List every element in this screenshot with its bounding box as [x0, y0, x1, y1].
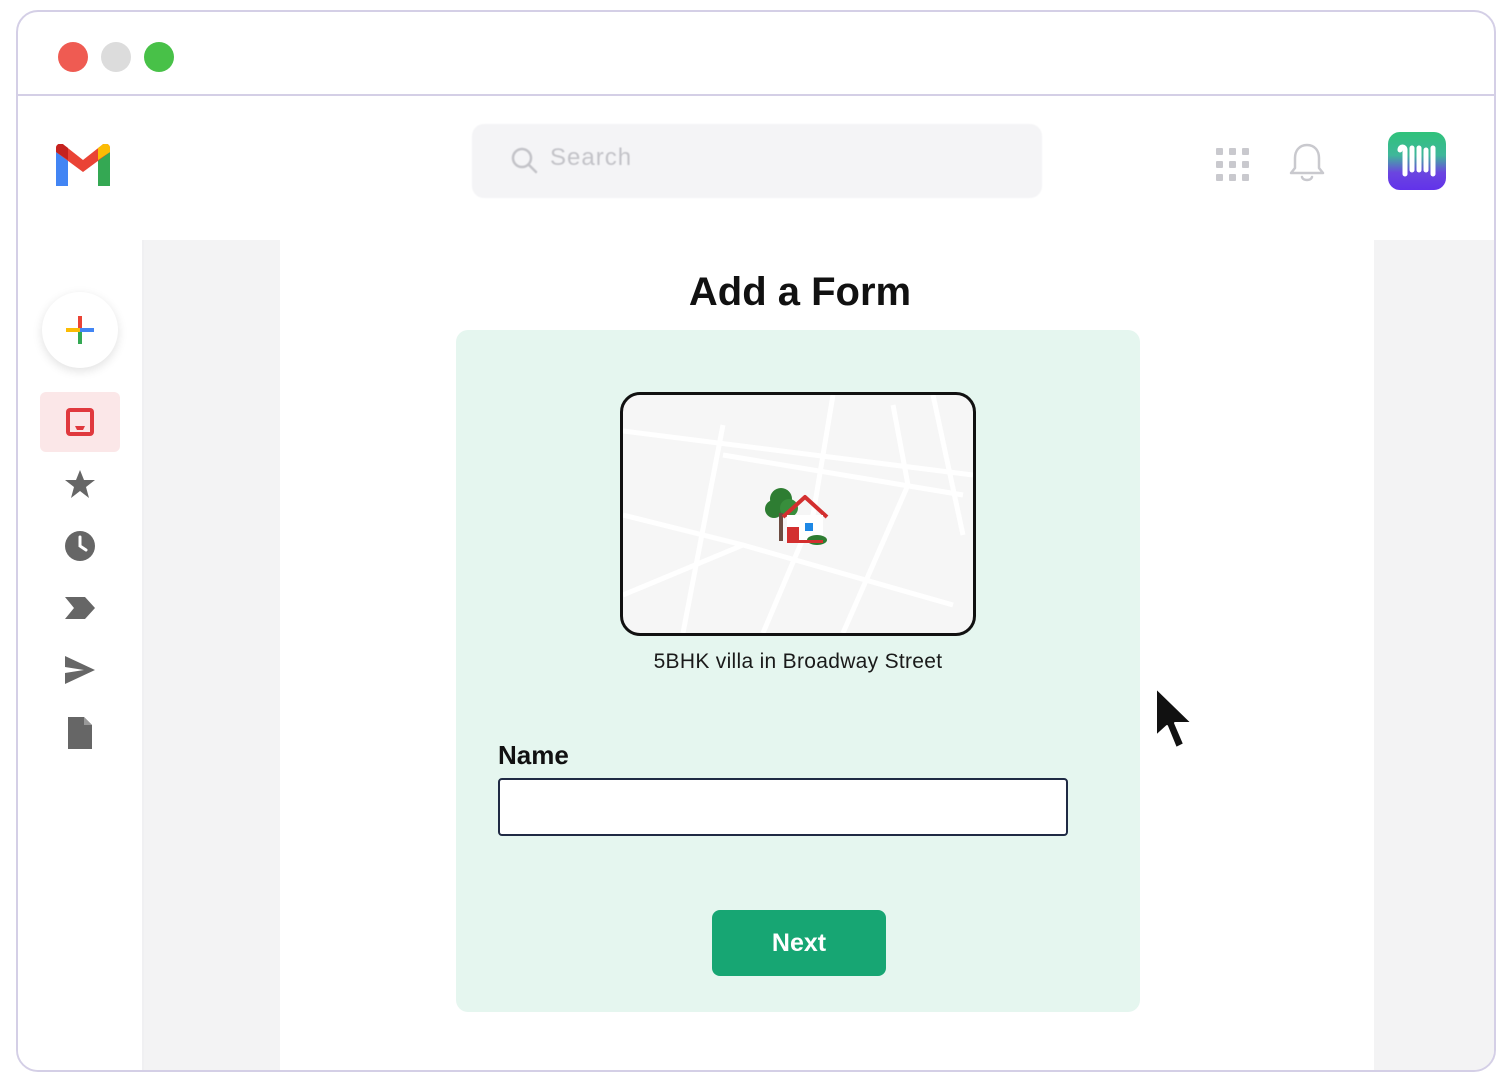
search-bar[interactable]: Search [472, 124, 1042, 198]
sidebar-item-drafts[interactable] [40, 702, 120, 762]
main-content: Add a Form 5BHK villa in Broadway Street… [280, 240, 1374, 1070]
star-icon [65, 470, 95, 498]
send-icon [65, 656, 95, 684]
left-gutter [144, 240, 280, 1070]
sidebar-item-important[interactable] [40, 578, 120, 638]
house-icon [765, 488, 829, 545]
sidebar-item-starred[interactable] [40, 454, 120, 514]
form-card: 5BHK villa in Broadway Street Name Next [456, 330, 1140, 1012]
search-placeholder: Search [550, 144, 633, 171]
mouse-cursor-icon [1155, 687, 1193, 749]
left-sidebar [18, 240, 144, 1070]
browser-window: Search Add a Form 5BHK villa in Broadway… [16, 10, 1496, 1072]
maximize-window-button[interactable] [144, 42, 174, 72]
title-bar [18, 12, 1494, 96]
file-icon [68, 717, 92, 749]
gmail-logo-icon[interactable] [56, 144, 110, 186]
label-icon [65, 597, 95, 619]
compose-button[interactable] [42, 292, 118, 368]
property-label: 5BHK villa in Broadway Street [653, 650, 943, 673]
sidebar-item-snoozed[interactable] [40, 516, 120, 576]
clock-icon [65, 531, 95, 561]
minimize-window-button[interactable] [101, 42, 131, 72]
bell-icon[interactable] [1288, 142, 1326, 184]
plus-icon [66, 316, 94, 344]
name-field-label: Name [498, 740, 569, 770]
apps-grid-icon[interactable] [1216, 148, 1250, 182]
inbox-icon [66, 408, 94, 436]
search-icon [511, 147, 538, 174]
right-gutter [1374, 240, 1494, 1070]
name-input[interactable] [498, 778, 1068, 836]
property-map[interactable] [620, 392, 976, 636]
sidebar-item-inbox[interactable] [40, 392, 120, 452]
brand-app-icon[interactable] [1388, 132, 1446, 190]
close-window-button[interactable] [58, 42, 88, 72]
next-button[interactable]: Next [712, 910, 886, 976]
sidebar-item-sent[interactable] [40, 640, 120, 700]
app-header: Search [18, 96, 1494, 242]
page-title: Add a Form [688, 270, 912, 314]
